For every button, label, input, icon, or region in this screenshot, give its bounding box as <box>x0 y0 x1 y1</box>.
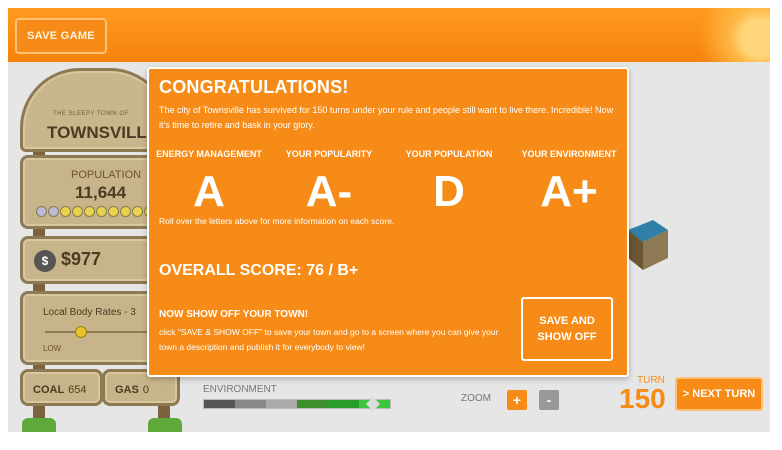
coal-value: 654 <box>68 384 87 396</box>
showoff-heading: NOW SHOW OFF YOUR TOWN! <box>159 309 309 320</box>
grade-heading: YOUR POPULATION <box>405 149 493 159</box>
face-icon <box>132 206 143 217</box>
population-label: POPULATION <box>71 169 142 181</box>
env-segment <box>297 400 328 408</box>
face-icon <box>60 206 71 217</box>
face-icon <box>48 206 59 217</box>
sun-decoration <box>650 8 770 62</box>
grade-letter[interactable]: A+ <box>509 165 629 219</box>
grass-left <box>22 418 56 432</box>
grade-environment: YOUR ENVIRONMENT A+ <box>509 149 629 219</box>
env-segment <box>204 400 235 408</box>
env-segment <box>266 400 297 408</box>
face-icon <box>120 206 131 217</box>
env-segment <box>235 400 266 408</box>
grade-letter[interactable]: D <box>389 165 509 219</box>
overall-score: OVERALL SCORE: 76 / B+ <box>159 262 359 279</box>
rollover-hint: Roll over the letters above for more inf… <box>159 216 395 226</box>
coal-label: COAL <box>33 384 65 396</box>
population-value: 11,644 <box>75 183 127 202</box>
money-bag-icon: $ <box>34 250 56 272</box>
face-icon <box>96 206 107 217</box>
rates-low-label: LOW <box>43 344 62 353</box>
grade-heading: YOUR ENVIRONMENT <box>521 149 617 159</box>
grade-popularity: YOUR POPULARITY A- <box>269 149 389 219</box>
town-subtitle: THE SLEEPY TOWN OF <box>53 111 129 117</box>
face-icon <box>84 206 95 217</box>
rates-slider-handle[interactable] <box>75 326 87 338</box>
money-value: $977 <box>61 249 102 269</box>
environment-meter <box>203 399 391 409</box>
environment-label: ENVIRONMENT <box>203 384 277 395</box>
zoom-out-button[interactable]: - <box>539 390 559 410</box>
next-turn-button[interactable]: > NEXT TURN <box>675 377 763 411</box>
grade-letter[interactable]: A <box>149 165 269 219</box>
rates-slider-track[interactable] <box>45 331 163 333</box>
town-name: TOWNSVILL <box>47 123 147 142</box>
face-icon <box>108 206 119 217</box>
zoom-in-button[interactable]: + <box>507 390 527 410</box>
happiness-faces <box>36 206 155 217</box>
rates-label: Local Body Rates - 3 <box>43 307 136 318</box>
save-and-show-off-button[interactable]: SAVE AND SHOW OFF <box>521 297 613 361</box>
gas-label: GAS <box>115 384 139 396</box>
congratulations-dialog: CONGRATULATIONS! The city of Townsville … <box>147 67 629 377</box>
grade-heading: YOUR POPULARITY <box>285 149 373 159</box>
grade-energy: ENERGY MANAGEMENT A <box>149 149 269 219</box>
top-bar: SAVE GAME <box>8 8 770 62</box>
save-game-button[interactable]: SAVE GAME <box>15 18 107 54</box>
showoff-text: click "SAVE & SHOW OFF" to save your tow… <box>159 327 499 352</box>
grade-population: YOUR POPULATION D <box>389 149 509 219</box>
grade-letter[interactable]: A- <box>269 165 389 219</box>
grade-heading: ENERGY MANAGEMENT <box>156 149 262 159</box>
gas-value: 0 <box>142 384 149 396</box>
face-icon <box>72 206 83 217</box>
coal-panel: COAL 654 <box>20 369 103 406</box>
game-stage: SAVE GAME THE SLEEPY TOWN OF TOWNSVILL P… <box>8 8 770 432</box>
face-icon <box>36 206 47 217</box>
zoom-label: ZOOM <box>461 393 491 404</box>
dialog-message: The city of Townsville has survived for … <box>159 105 614 130</box>
grass-right <box>148 418 182 432</box>
dialog-title: CONGRATULATIONS! <box>159 77 349 97</box>
env-segment <box>328 400 359 408</box>
turn-value: 150 <box>619 383 666 414</box>
building-graphic <box>628 220 668 270</box>
